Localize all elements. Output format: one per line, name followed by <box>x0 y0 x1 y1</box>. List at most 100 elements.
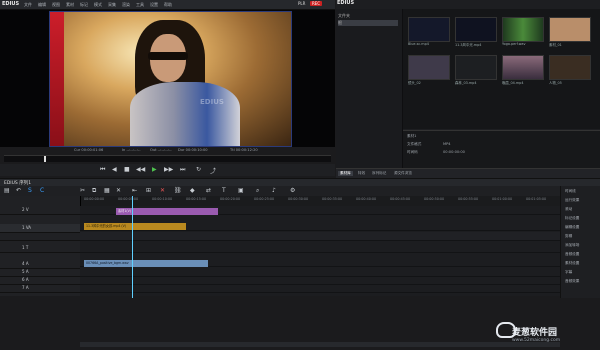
tree-item-folder[interactable]: 文件夹 <box>338 13 350 19</box>
info-tc-label: 时间码 <box>407 150 418 154</box>
menu-clip[interactable]: 素材 <box>66 2 74 8</box>
scrubber-handle[interactable] <box>44 156 46 162</box>
side-tool-8[interactable]: 素材设置 <box>565 261 579 266</box>
ruler-tick-9: 00:00:45:00 <box>390 197 411 201</box>
sequence-icon[interactable]: ▤ <box>4 187 10 194</box>
sync-icon[interactable]: ⇄ <box>206 187 211 194</box>
site-watermark-name: 麦葱软件园 <box>512 328 558 338</box>
play-icon[interactable]: ▶ <box>152 166 157 173</box>
ripple-icon[interactable]: ⇤ <box>132 187 137 194</box>
track-header-1t[interactable]: 1 T <box>0 244 80 253</box>
paste-icon[interactable]: ▦ <box>104 187 110 194</box>
plr-badge[interactable]: PLR <box>296 1 307 6</box>
s2-badge[interactable]: S <box>28 187 32 194</box>
menu-bar: EDIUS 文件 编辑 视图 素材 标记 模式 采集 渲染 工具 设置 帮助 P… <box>0 0 335 10</box>
track-label: 6 A <box>22 277 29 282</box>
timeline-hscroll[interactable] <box>80 342 560 347</box>
c-badge[interactable]: C <box>40 187 44 194</box>
settings-icon[interactable]: ⚙ <box>290 187 295 194</box>
thumb-label-5: 森林_03.mp4 <box>455 81 477 85</box>
razor-icon[interactable]: ✕ <box>160 187 165 194</box>
menu-capture[interactable]: 采集 <box>108 2 116 8</box>
audio-icon[interactable]: ♪ <box>272 187 276 194</box>
side-tool-3[interactable]: 标记设置 <box>565 216 579 221</box>
group-icon[interactable]: ⊞ <box>146 187 151 194</box>
side-tool-10[interactable]: 音频效果 <box>565 279 579 284</box>
menu-help[interactable]: 帮助 <box>164 2 172 8</box>
rec-badge[interactable]: REC <box>310 1 323 6</box>
side-tool-1[interactable]: 运行效果 <box>565 198 579 203</box>
menu-file[interactable]: 文件 <box>24 2 32 8</box>
track-header-7a[interactable]: 7 A <box>0 284 80 293</box>
undo-icon[interactable]: ↶ <box>16 187 21 194</box>
timeline-tracks[interactable]: 素材1(V) 11.3风中光的女孩.mp4 (V) 00766A_positiv… <box>80 206 560 296</box>
info-format-value: MP4 <box>443 142 451 146</box>
clip-va[interactable]: 11.3风中光的女孩.mp4 (V) <box>84 223 186 230</box>
thumb-3[interactable] <box>549 17 591 42</box>
preview-scrubber[interactable] <box>4 155 331 162</box>
menu-view[interactable]: 视图 <box>52 2 60 8</box>
side-tool-0[interactable]: 时间线 <box>565 189 576 194</box>
side-tool-7[interactable]: 音频设置 <box>565 252 579 257</box>
side-tool-4[interactable]: 编辑设置 <box>565 225 579 230</box>
app-logo: EDIUS <box>2 1 20 7</box>
tree-item-root[interactable]: 根 <box>338 20 398 26</box>
menu-mode[interactable]: 模式 <box>94 2 102 8</box>
thumb-2[interactable] <box>502 17 544 42</box>
marker-icon[interactable]: ◆ <box>190 187 195 194</box>
track-header-1va-audio[interactable] <box>0 232 80 241</box>
tab-markers[interactable]: 序列标记 <box>372 171 386 176</box>
thumb-label-3: 素材_01 <box>549 43 562 47</box>
thumb-5[interactable] <box>455 55 497 80</box>
lane-1va-audio[interactable] <box>80 232 560 241</box>
thumb-label-0: Blue.sc.mp4 <box>408 42 429 46</box>
ruler-tick-1: 00:00:05:00 <box>118 197 139 201</box>
side-tool-6[interactable]: 添加转场 <box>565 243 579 248</box>
lane-7a[interactable] <box>80 284 560 293</box>
rewind-icon[interactable]: ⏮ <box>100 166 105 174</box>
copy-icon[interactable]: ⧉ <box>92 187 96 195</box>
ruler-tick-3: 00:00:15:00 <box>186 197 207 201</box>
side-tool-2[interactable]: 滚动 <box>565 207 572 212</box>
timecode-in: In --:--:--:-- <box>122 148 141 152</box>
menu-settings[interactable]: 设置 <box>150 2 158 8</box>
track-label: 5 A <box>22 269 29 274</box>
side-tool-9[interactable]: 字幕 <box>565 270 572 275</box>
next-frame-icon[interactable]: ▶▶ <box>164 166 173 173</box>
info-title: 素材1 <box>407 134 417 138</box>
clip-audio[interactable]: 00766A_positive_bgm.wav <box>84 260 208 267</box>
tab-bin[interactable]: 素材库 <box>338 171 353 176</box>
ruler-tick-12: 00:01:00:00 <box>492 197 513 201</box>
fast-forward-icon[interactable]: ⏭ <box>180 166 185 174</box>
export-icon[interactable]: ⤴ <box>210 166 216 175</box>
thumb-6[interactable] <box>502 55 544 80</box>
link-icon[interactable]: ⛓ <box>174 187 182 194</box>
thumb-1[interactable] <box>455 17 497 42</box>
cut-icon[interactable]: ✂ <box>80 187 85 194</box>
render-icon[interactable]: ▣ <box>238 187 244 194</box>
menu-marker[interactable]: 标记 <box>80 2 88 8</box>
delete-icon[interactable]: ✕ <box>116 187 121 194</box>
playhead[interactable] <box>132 196 133 298</box>
thumb-0[interactable] <box>408 17 450 42</box>
step-back-icon[interactable]: ◀◀ <box>136 166 145 173</box>
tab-source-browser[interactable]: 源文件浏览 <box>394 171 412 176</box>
thumb-label-2: Yoga.perf.wav <box>502 42 526 46</box>
stop-icon[interactable]: ■ <box>124 166 130 173</box>
info-format-label: 文件格式 <box>407 142 422 146</box>
loop-icon[interactable]: ↻ <box>196 166 201 173</box>
zoom-icon[interactable]: ⌕ <box>256 187 259 195</box>
title-icon[interactable]: T <box>222 187 226 194</box>
prev-frame-icon[interactable]: ◀ <box>112 166 117 173</box>
timecode-out: Out --:--:--:-- <box>150 148 172 152</box>
menu-edit[interactable]: 编辑 <box>38 2 46 8</box>
menu-tools[interactable]: 工具 <box>136 2 144 8</box>
ruler-tick-6: 00:00:30:00 <box>288 197 309 201</box>
lane-1t[interactable] <box>80 244 560 253</box>
thumb-4[interactable] <box>408 55 450 80</box>
track-header-2v[interactable]: 2 V <box>0 206 80 215</box>
tab-effects[interactable]: 特效 <box>358 171 365 176</box>
thumb-7[interactable] <box>549 55 591 80</box>
menu-render[interactable]: 渲染 <box>122 2 130 8</box>
side-tool-5[interactable]: 剪辑 <box>565 234 572 239</box>
